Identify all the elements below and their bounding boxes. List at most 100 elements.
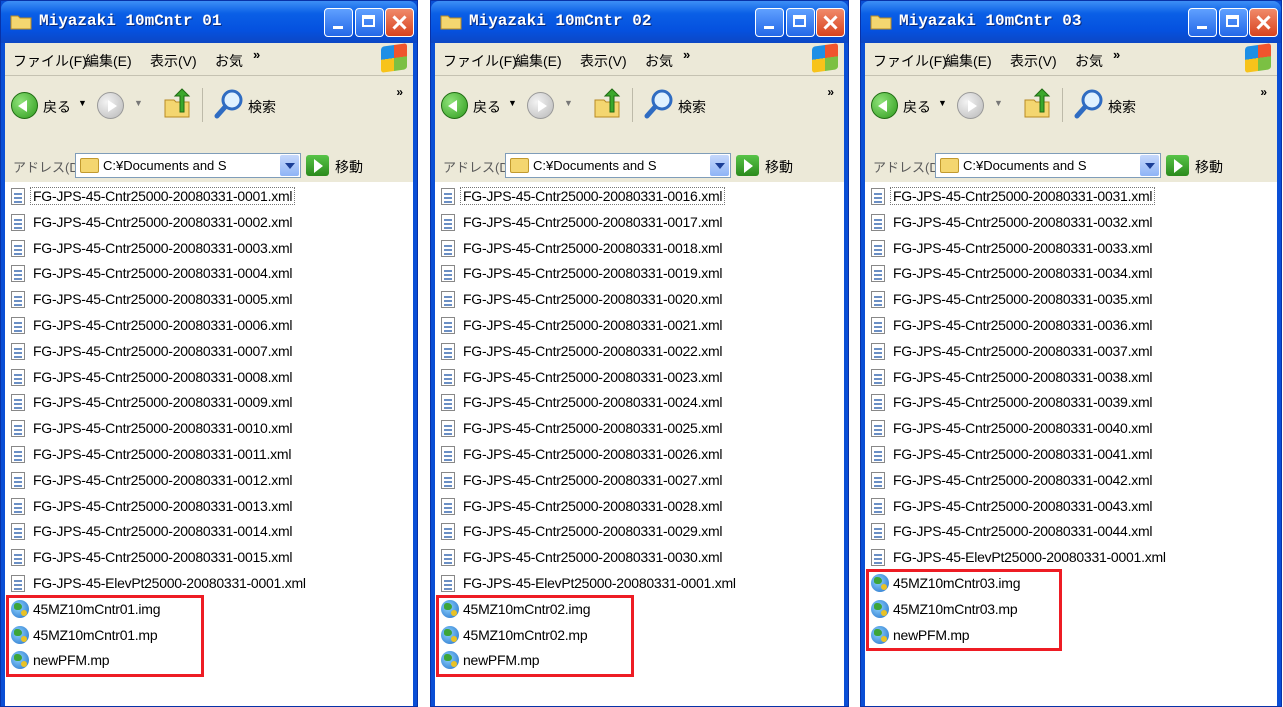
xml-file-icon [441,213,455,231]
search-icon[interactable] [214,88,244,120]
xml-file-icon [11,523,25,541]
xml-file-icon [11,317,25,334]
file-name: FG-JPS-45-ElevPt25000-20080331-0001.xml [33,575,306,591]
back-button-label[interactable]: 戻る [43,97,71,117]
address-bar: アドレス(D) C:¥Documents and S 移動 [435,150,844,183]
up-folder-icon[interactable] [1022,88,1052,120]
minimize-button[interactable] [324,8,353,37]
xml-file-icon [441,291,455,309]
title-bar[interactable]: Miyazaki 10mCntr 01 [1,1,417,43]
maximize-button[interactable] [355,8,384,37]
file-name: FG-JPS-45-Cntr25000-20080331-0039.xml [893,394,1153,411]
address-input[interactable]: C:¥Documents and S [935,153,1161,178]
maximize-button[interactable] [1219,8,1248,37]
file-name: FG-JPS-45-Cntr25000-20080331-0015.xml [33,549,293,566]
back-arrow-icon[interactable] [11,92,38,119]
explorer-window-1: Miyazaki 10mCntr 01 ファイル(F) 編集(E) 表示(V) … [0,0,418,707]
menu-overflow-chevron[interactable]: » [1113,47,1120,62]
back-arrow-icon[interactable] [441,92,468,119]
menu-view[interactable]: 表示(V) [1010,51,1057,71]
up-folder-icon[interactable] [162,88,192,120]
address-input[interactable]: C:¥Documents and S [505,153,731,178]
toolbar-overflow-chevron[interactable]: » [396,85,403,99]
go-arrow-icon[interactable] [736,155,759,176]
go-button-label[interactable]: 移動 [765,157,793,177]
back-dropdown-icon[interactable]: ▼ [78,98,87,108]
chevron-down-icon[interactable] [1140,155,1159,176]
forward-arrow-icon[interactable] [957,92,984,119]
close-button[interactable] [385,8,414,37]
title-bar[interactable]: Miyazaki 10mCntr 03 [861,1,1281,43]
xml-file-icon [871,265,885,283]
forward-dropdown-icon[interactable]: ▼ [134,98,143,108]
search-button-label[interactable]: 検索 [1108,97,1136,117]
toolbar-overflow-chevron[interactable]: » [1260,85,1267,99]
file-name: FG-JPS-45-Cntr25000-20080331-0001.xml [29,187,296,205]
file-name: FG-JPS-45-Cntr25000-20080331-0020.xml [463,291,723,308]
back-dropdown-icon[interactable]: ▼ [508,98,517,108]
file-name: FG-JPS-45-Cntr25000-20080331-0034.xml [893,265,1153,282]
back-button-label[interactable]: 戻る [473,97,501,117]
xml-file-icon [871,420,885,438]
xml-file-icon [441,317,455,334]
menu-file[interactable]: ファイル(F) [443,51,517,71]
menu-overflow-chevron[interactable]: » [253,47,260,62]
menu-file[interactable]: ファイル(F) [873,51,947,71]
forward-dropdown-icon[interactable]: ▼ [564,98,573,108]
xml-file-icon [871,342,885,360]
close-button[interactable] [1249,8,1278,37]
xml-file-icon [11,368,25,386]
back-arrow-icon[interactable] [871,92,898,119]
file-list: FG-JPS-45-Cntr25000-20080331-0001.xml FG-… [5,182,413,706]
file-name: FG-JPS-45-Cntr25000-20080331-0025.xml [463,420,723,437]
menu-favorites[interactable]: お気 [1075,51,1103,71]
menu-edit[interactable]: 編集(E) [85,51,132,71]
menu-favorites[interactable]: お気 [215,51,243,71]
title-bar[interactable]: Miyazaki 10mCntr 02 [431,1,848,43]
search-button-label[interactable]: 検索 [678,97,706,117]
go-arrow-icon[interactable] [1166,155,1189,176]
back-button-label[interactable]: 戻る [903,97,931,117]
go-button-label[interactable]: 移動 [335,157,363,177]
search-button-label[interactable]: 検索 [248,97,276,117]
back-dropdown-icon[interactable]: ▼ [938,98,947,108]
menu-bar: ファイル(F) 編集(E) 表示(V) お気 » [865,43,1277,76]
address-input[interactable]: C:¥Documents and S [75,153,301,178]
xml-file-icon [441,342,455,360]
xml-file-icon [11,420,25,438]
folder-icon [440,15,462,30]
go-button-label[interactable]: 移動 [1195,157,1223,177]
menu-edit[interactable]: 編集(E) [515,51,562,71]
menu-favorites[interactable]: お気 [645,51,673,71]
minimize-button[interactable] [755,8,784,37]
xml-file-icon [11,239,25,257]
address-label: アドレス(D) [873,160,944,175]
search-icon[interactable] [644,88,674,120]
chevron-down-icon[interactable] [710,155,729,176]
highlight-box [436,594,634,678]
menu-file[interactable]: ファイル(F) [13,51,87,71]
xml-file-icon [871,317,885,334]
forward-arrow-icon[interactable] [97,92,124,119]
up-folder-icon[interactable] [592,88,622,120]
maximize-button[interactable] [786,8,815,37]
forward-arrow-icon[interactable] [527,92,554,119]
menu-overflow-chevron[interactable]: » [683,47,690,62]
xml-file-icon [11,497,25,515]
xml-file-icon [11,342,25,360]
window-title: Miyazaki 10mCntr 02 [469,12,652,30]
toolbar: 戻る ▼ ▼ 検索 » [865,76,1277,151]
menu-edit[interactable]: 編集(E) [945,51,992,71]
toolbar-overflow-chevron[interactable]: » [827,85,834,99]
file-name: FG-JPS-45-Cntr25000-20080331-0018.xml [463,239,723,256]
go-arrow-icon[interactable] [306,155,329,176]
menu-view[interactable]: 表示(V) [580,51,627,71]
close-button[interactable] [816,8,845,37]
chevron-down-icon[interactable] [280,155,299,176]
file-name: FG-JPS-45-Cntr25000-20080331-0002.xml [33,213,293,230]
toolbar-separator [202,88,203,122]
minimize-button[interactable] [1188,8,1217,37]
menu-view[interactable]: 表示(V) [150,51,197,71]
search-icon[interactable] [1074,88,1104,120]
forward-dropdown-icon[interactable]: ▼ [994,98,1003,108]
